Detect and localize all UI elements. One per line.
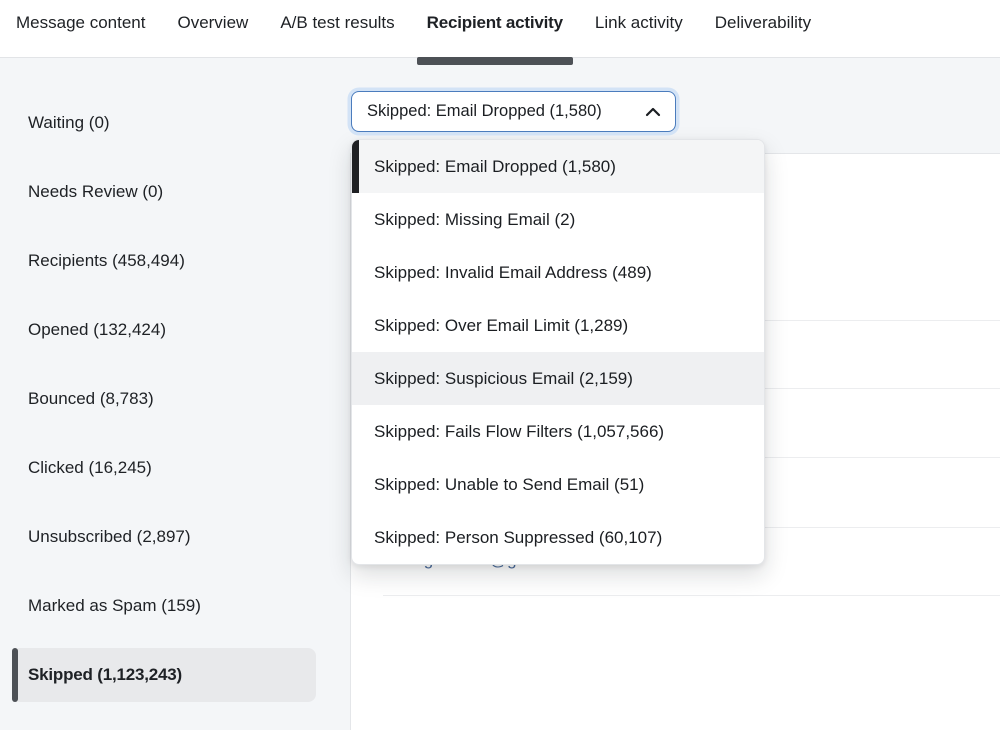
sidebar-item-label: Waiting (0) — [28, 113, 110, 133]
dropdown-option-over-email-limit[interactable]: Skipped: Over Email Limit (1,289) — [352, 299, 764, 352]
dropdown-option-label: Skipped: Fails Flow Filters (1,057,566) — [374, 422, 664, 442]
skipped-filter-selected-value: Skipped: Email Dropped (1,580) — [367, 102, 602, 121]
recipient-activity-page: Message content Overview A/B test results R… — [0, 0, 1000, 730]
sidebar-item-label: Skipped (1,123,243) — [28, 665, 182, 685]
dropdown-option-label: Skipped: Missing Email (2) — [374, 210, 575, 230]
tab-deliverability[interactable]: Deliverability — [705, 0, 821, 69]
sidebar-item-label: Bounced (8,783) — [28, 389, 154, 409]
sidebar-item-marked-as-spam[interactable]: Marked as Spam (159) — [12, 579, 316, 633]
skipped-filter-dropdown-button[interactable]: Skipped: Email Dropped (1,580) — [351, 91, 676, 132]
tab-label: A/B test results — [280, 13, 394, 32]
tab-recipient-activity[interactable]: Recipient activity — [417, 0, 573, 69]
sidebar-item-label: Marked as Spam (159) — [28, 596, 201, 616]
sidebar-item-label: Opened (132,424) — [28, 320, 166, 340]
sidebar-item-bounced[interactable]: Bounced (8,783) — [12, 372, 316, 426]
dropdown-option-invalid-email-address[interactable]: Skipped: Invalid Email Address (489) — [352, 246, 764, 299]
dropdown-option-suspicious-email[interactable]: Skipped: Suspicious Email (2,159) — [352, 352, 764, 405]
dropdown-option-email-dropped[interactable]: Skipped: Email Dropped (1,580) — [352, 140, 764, 193]
sidebar-item-needs-review[interactable]: Needs Review (0) — [12, 165, 316, 219]
tab-label: Message content — [16, 13, 145, 32]
dropdown-option-label: Skipped: Over Email Limit (1,289) — [374, 316, 628, 336]
sidebar-item-opened[interactable]: Opened (132,424) — [12, 303, 316, 357]
sidebar-item-label: Recipients (458,494) — [28, 251, 185, 271]
dropdown-option-missing-email[interactable]: Skipped: Missing Email (2) — [352, 193, 764, 246]
tab-message-content[interactable]: Message content — [6, 0, 155, 69]
recipient-status-sidebar: Waiting (0) Needs Review (0) Recipients (4… — [0, 58, 349, 730]
dropdown-option-label: Skipped: Email Dropped (1,580) — [374, 157, 616, 177]
sidebar-item-clicked[interactable]: Clicked (16,245) — [12, 441, 316, 495]
dropdown-option-label: Skipped: Invalid Email Address (489) — [374, 263, 652, 283]
dropdown-option-label: Skipped: Unable to Send Email (51) — [374, 475, 644, 495]
tab-link-activity[interactable]: Link activity — [585, 0, 693, 69]
tab-label: Link activity — [595, 13, 683, 32]
table-row-divider — [383, 595, 1000, 596]
skipped-filter-listbox: Skipped: Email Dropped (1,580) Skipped: M… — [351, 139, 765, 565]
tab-label: Overview — [177, 13, 248, 32]
sidebar-item-recipients[interactable]: Recipients (458,494) — [12, 234, 316, 288]
tab-label: Recipient activity — [427, 13, 563, 32]
tab-label: Deliverability — [715, 13, 811, 32]
sidebar-item-skipped[interactable]: Skipped (1,123,243) — [12, 648, 316, 702]
sidebar-item-label: Clicked (16,245) — [28, 458, 152, 478]
dropdown-option-person-suppressed[interactable]: Skipped: Person Suppressed (60,107) — [352, 511, 764, 564]
tab-overview[interactable]: Overview — [167, 0, 258, 69]
sidebar-item-waiting[interactable]: Waiting (0) — [12, 96, 316, 150]
chevron-up-icon — [645, 107, 661, 117]
dropdown-option-unable-to-send-email[interactable]: Skipped: Unable to Send Email (51) — [352, 458, 764, 511]
sidebar-item-label: Needs Review (0) — [28, 182, 163, 202]
report-tabs-nav: Message content Overview A/B test results R… — [0, 0, 1000, 58]
sidebar-item-label: Unsubscribed (2,897) — [28, 527, 191, 547]
dropdown-option-label: Skipped: Suspicious Email (2,159) — [374, 369, 633, 389]
tab-ab-test-results[interactable]: A/B test results — [270, 0, 404, 69]
sidebar-item-unsubscribed[interactable]: Unsubscribed (2,897) — [12, 510, 316, 564]
dropdown-option-label: Skipped: Person Suppressed (60,107) — [374, 528, 662, 548]
dropdown-option-fails-flow-filters[interactable]: Skipped: Fails Flow Filters (1,057,566) — [352, 405, 764, 458]
